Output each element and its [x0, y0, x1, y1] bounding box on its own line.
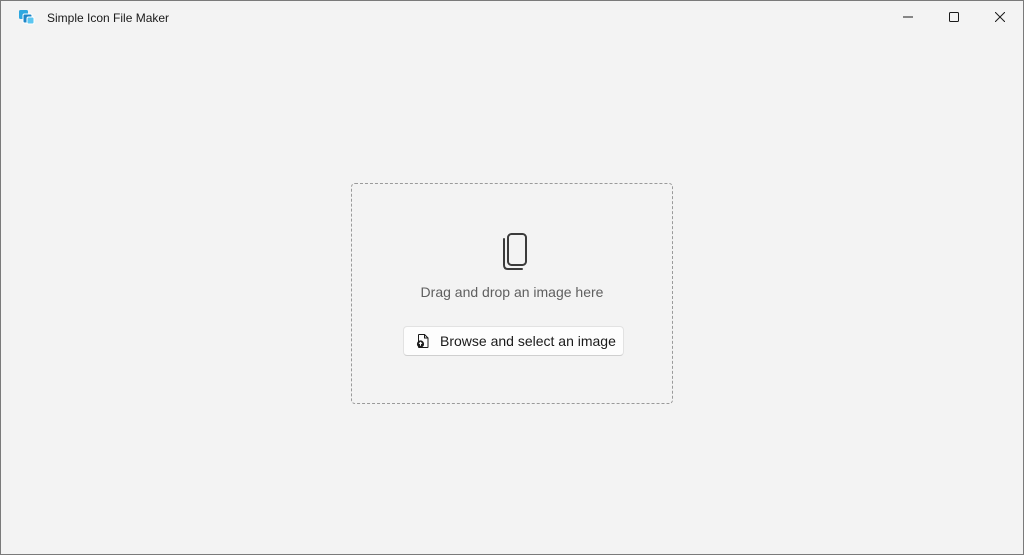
image-drop-zone[interactable]: Drag and drop an image here Browse and s…: [351, 183, 673, 404]
drop-instructions: Drag and drop an image here: [420, 284, 604, 300]
maximize-button[interactable]: [931, 1, 977, 33]
close-button[interactable]: [977, 1, 1023, 33]
copy-documents-icon: [498, 231, 530, 271]
minimize-button[interactable]: [885, 1, 931, 33]
app-window: Simple Icon File Maker Drag and drop an …: [0, 0, 1024, 555]
minimize-icon: [903, 12, 913, 22]
open-file-icon: [415, 333, 431, 349]
window-title: Simple Icon File Maker: [47, 11, 170, 25]
close-icon: [995, 12, 1005, 22]
title-bar[interactable]: Simple Icon File Maker: [1, 1, 1023, 33]
app-logo-icon: [18, 9, 36, 25]
browse-button-label: Browse and select an image: [440, 333, 616, 349]
maximize-icon: [949, 12, 959, 22]
browse-image-button[interactable]: Browse and select an image: [403, 326, 624, 356]
